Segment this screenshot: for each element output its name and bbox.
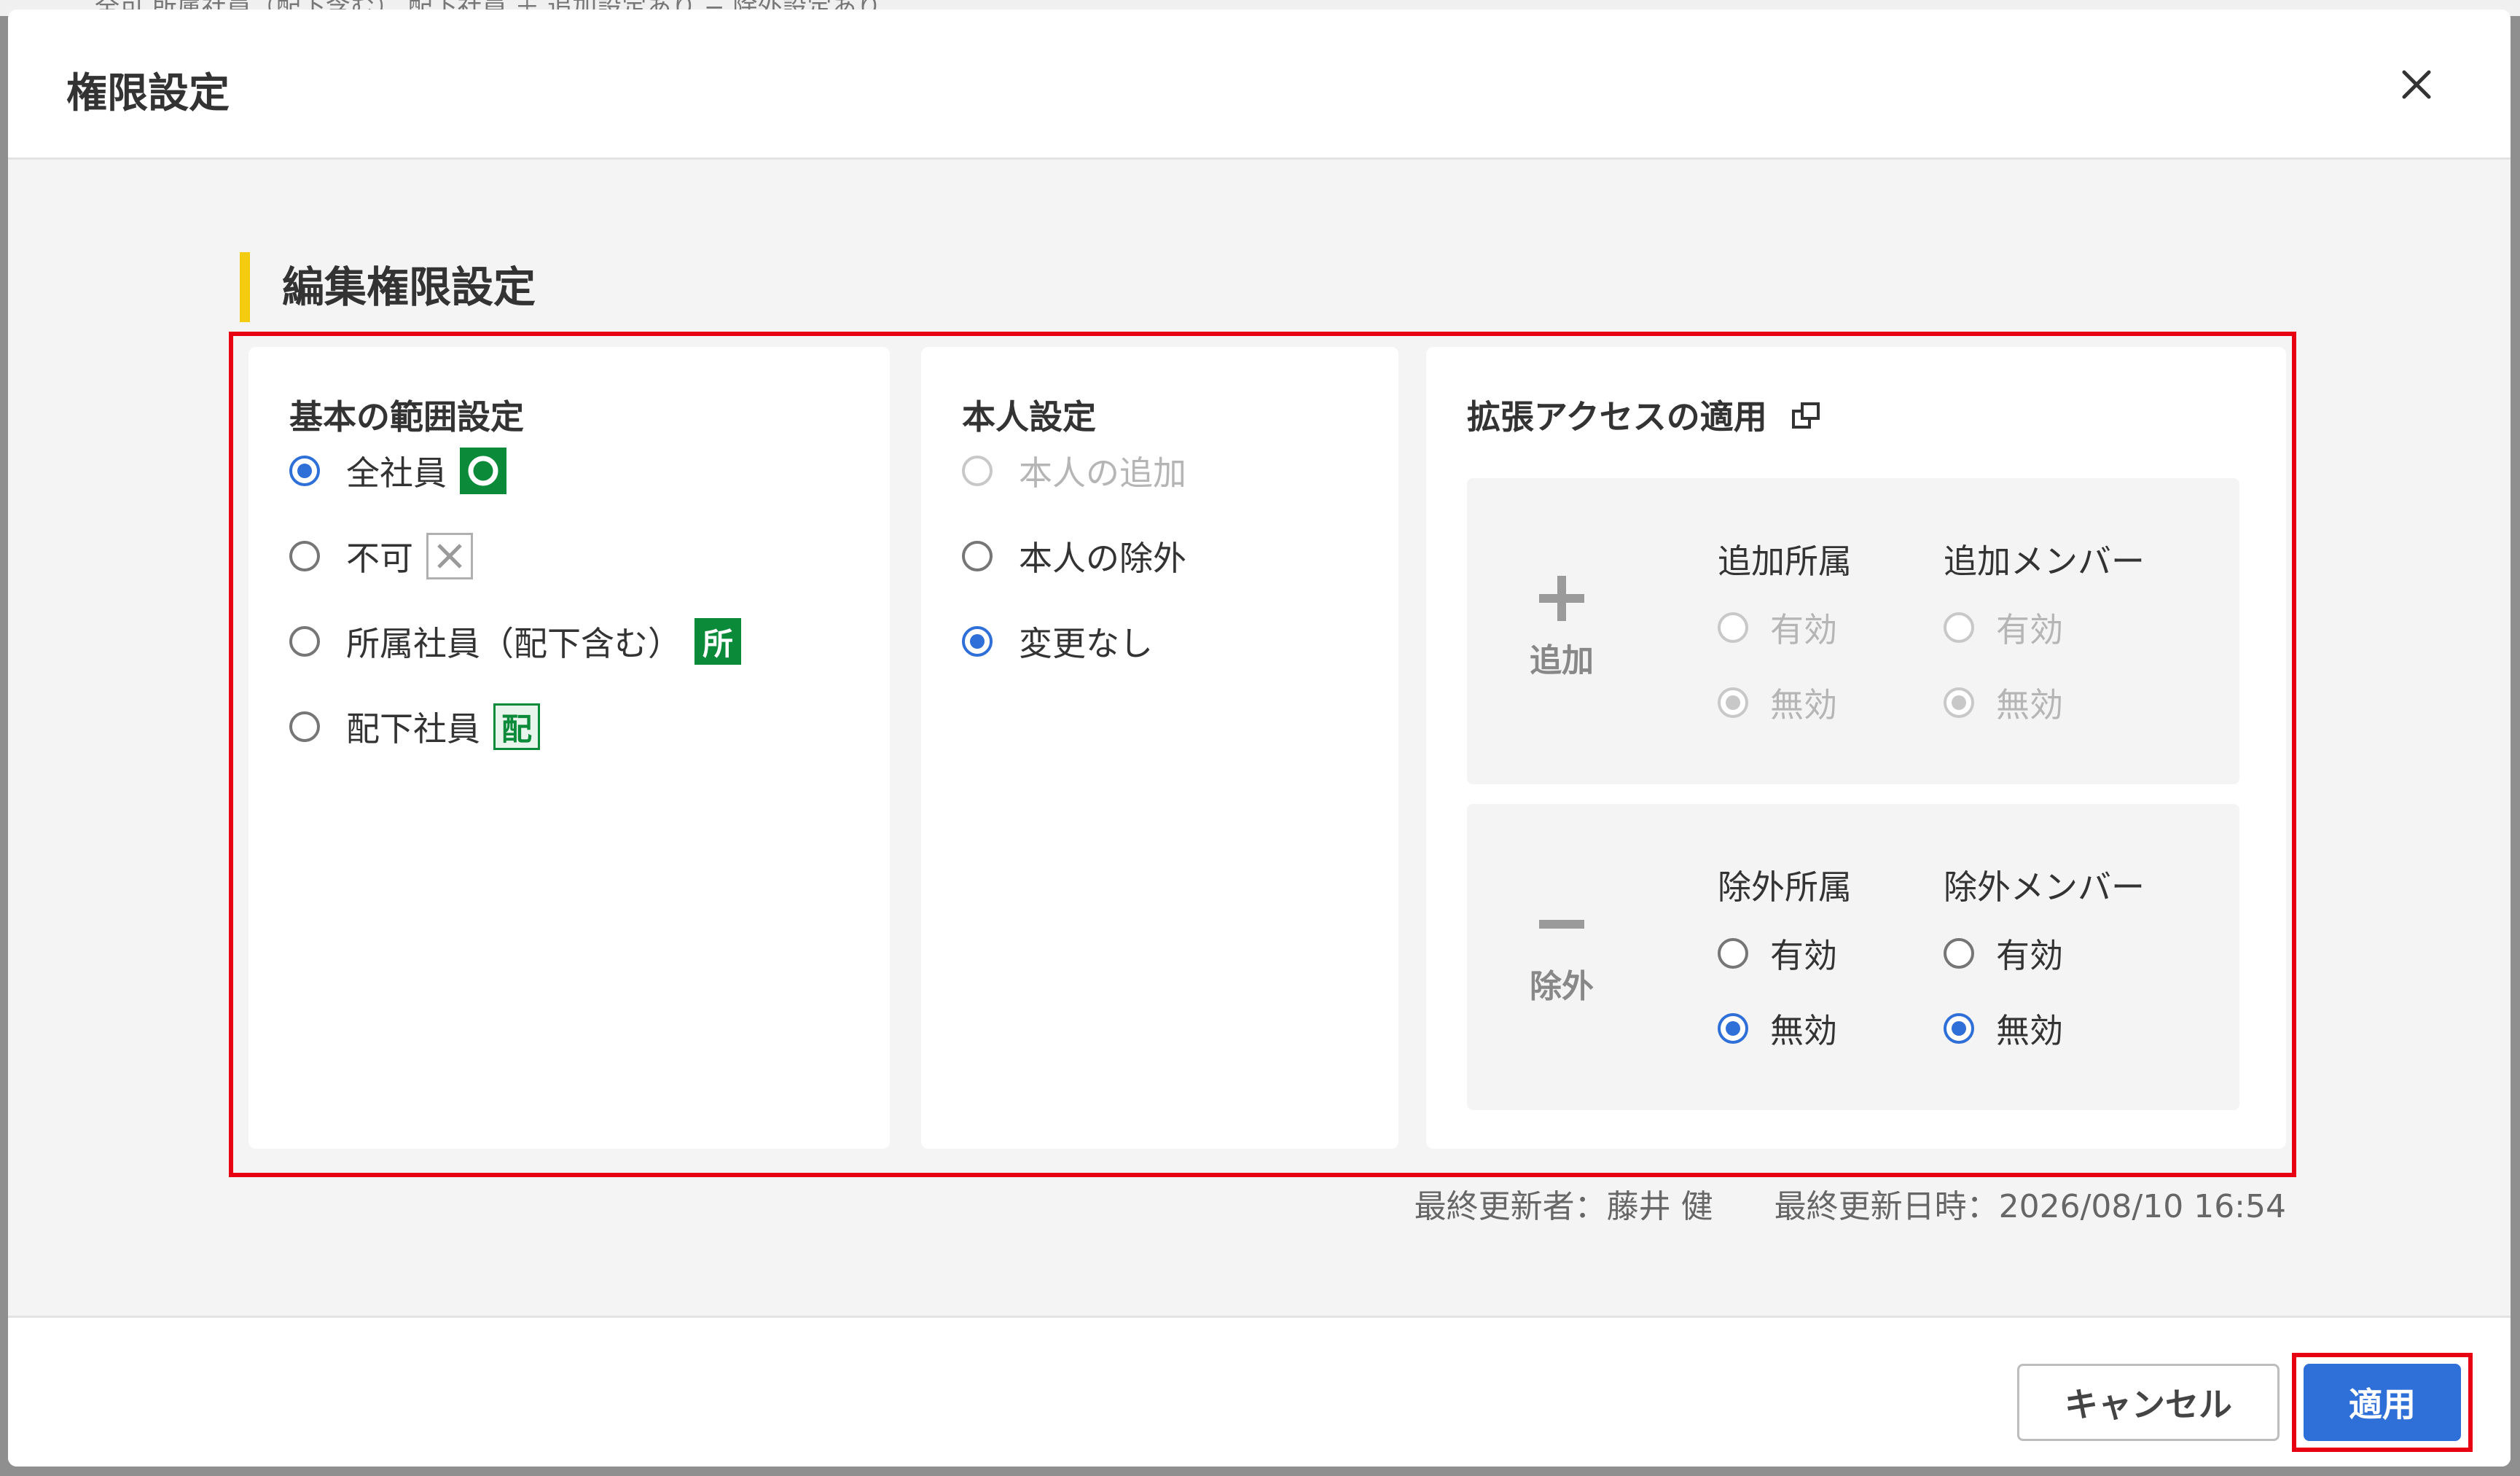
highlight-frame xyxy=(229,332,2296,1177)
dialog-title: 権限設定 xyxy=(66,70,230,117)
apply-button[interactable]: 適用 xyxy=(2304,1364,2461,1441)
dialog-header: 権限設定 xyxy=(8,9,2511,160)
last-updated-info: 最終更新者：藤井 健 最終更新日時：2026/08/10 16:54 xyxy=(1414,1180,2286,1227)
section-title-edit-permission: 編集権限設定 xyxy=(240,252,536,322)
last-updated-by: 最終更新者：藤井 健 xyxy=(1414,1188,1713,1225)
cancel-button[interactable]: キャンセル xyxy=(2017,1364,2280,1441)
dialog-body: 編集権限設定 基本の範囲設定 全社員 不可 所属社員（配下含む） 所 配下社員 … xyxy=(8,160,2511,1316)
dialog-footer: キャンセル 適用 xyxy=(8,1316,2511,1467)
close-icon xyxy=(2402,70,2431,99)
last-updated-at: 最終更新日時：2026/08/10 16:54 xyxy=(1774,1188,2286,1225)
permission-settings-dialog: 権限設定 編集権限設定 基本の範囲設定 全社員 不可 所属社員（配下含む） 所 … xyxy=(8,9,2511,1467)
close-button[interactable] xyxy=(2391,59,2442,110)
